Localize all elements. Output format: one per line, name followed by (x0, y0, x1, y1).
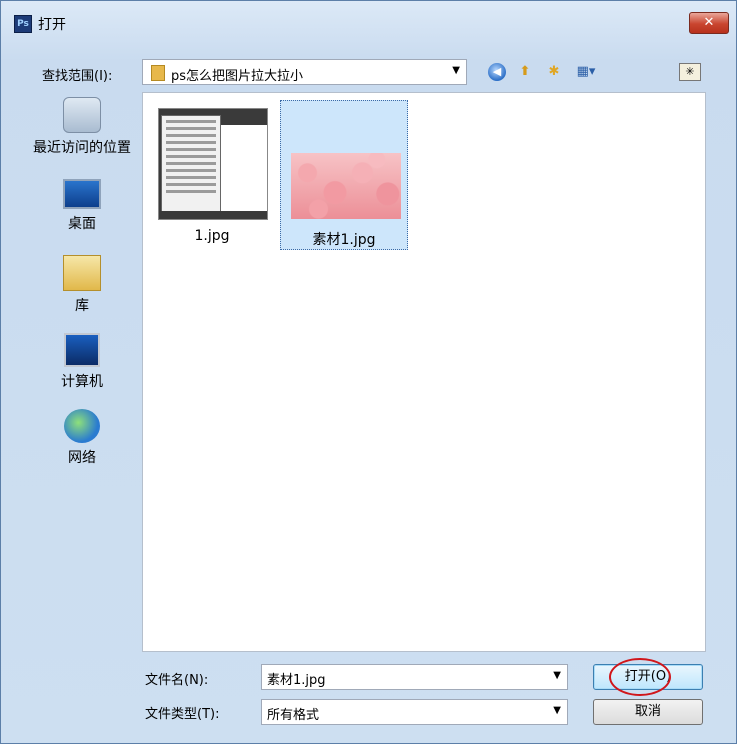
place-label: 最近访问的位置 (33, 140, 131, 156)
place-recent[interactable]: 最近访问的位置 (27, 97, 137, 157)
place-desktop[interactable]: 桌面 (27, 179, 137, 233)
places-bar: 最近访问的位置 桌面 库 计算机 网络 (27, 93, 137, 653)
dropdown-arrow-icon[interactable]: ▼ (553, 670, 561, 681)
filetype-label: 文件类型(T): (145, 707, 220, 722)
cancel-button[interactable]: 取消 (593, 699, 703, 725)
up-folder-icon[interactable]: ⬆ (516, 63, 534, 81)
place-label: 库 (75, 298, 89, 314)
lookin-dropdown[interactable]: ps怎么把图片拉大拉小 ▼ (142, 59, 467, 85)
open-dialog: Ps 打开 ✕ 查找范围(I): ps怎么把图片拉大拉小 ▼ ◀ ⬆ ✱ ▦▾ … (0, 0, 737, 744)
open-button[interactable]: 打开(O) (593, 664, 703, 690)
desktop-icon (63, 179, 101, 209)
computer-icon (64, 333, 100, 367)
filename-field[interactable]: 素材1.jpg ▼ (261, 664, 568, 690)
file-item[interactable]: 1.jpg (148, 100, 276, 250)
network-icon (64, 409, 100, 443)
filename-label: 文件名(N): (145, 673, 209, 688)
filetype-dropdown[interactable]: 所有格式 ▼ (261, 699, 568, 725)
lookin-label: 查找范围(I): (42, 69, 113, 84)
place-network[interactable]: 网络 (27, 409, 137, 467)
filename-value: 素材1.jpg (267, 673, 326, 688)
file-thumbnail (291, 153, 401, 219)
lookin-value: ps怎么把图片拉大拉小 (171, 69, 304, 84)
file-thumbnail (158, 108, 268, 220)
place-label: 桌面 (68, 216, 96, 232)
recent-places-icon (63, 97, 101, 133)
libraries-icon (63, 255, 101, 291)
place-label: 计算机 (61, 374, 103, 390)
folder-icon (151, 65, 165, 81)
view-menu-icon[interactable]: ▦▾ (574, 63, 598, 81)
dropdown-arrow-icon[interactable]: ▼ (553, 705, 561, 716)
close-button[interactable]: ✕ (689, 12, 729, 34)
file-item-selected[interactable]: 素材1.jpg (280, 100, 408, 250)
window-title: 打开 (38, 17, 66, 33)
place-label: 网络 (68, 450, 96, 466)
desktop-shortcut-icon[interactable]: ✳ (679, 63, 701, 81)
photoshop-app-icon: Ps (14, 15, 32, 33)
filetype-value: 所有格式 (267, 708, 320, 723)
file-name: 1.jpg (194, 228, 230, 244)
file-name: 素材1.jpg (312, 232, 376, 248)
dropdown-arrow-icon[interactable]: ▼ (452, 65, 460, 76)
place-libraries[interactable]: 库 (27, 255, 137, 315)
back-icon[interactable]: ◀ (488, 63, 506, 81)
file-list[interactable]: 1.jpg 素材1.jpg (142, 92, 706, 652)
place-computer[interactable]: 计算机 (27, 333, 137, 391)
new-folder-icon[interactable]: ✱ (545, 63, 563, 81)
title-bar: Ps 打开 ✕ (1, 1, 736, 41)
